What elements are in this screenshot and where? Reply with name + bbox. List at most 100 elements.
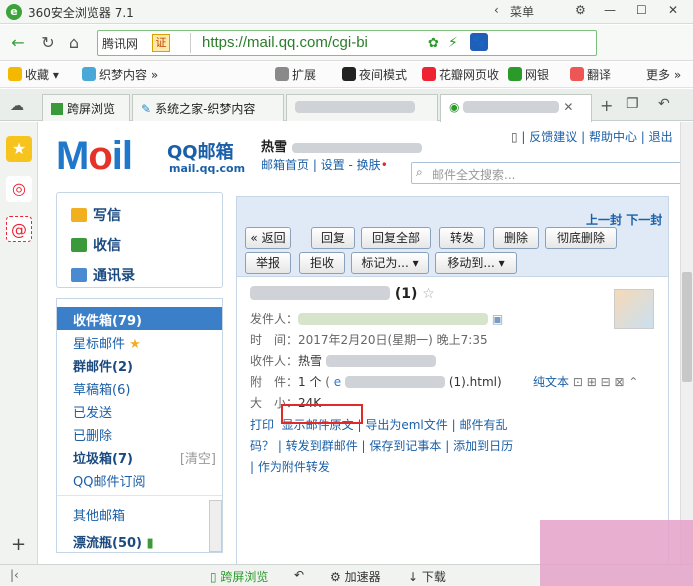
sender-row: 发件人： ▣ [250, 312, 504, 326]
save-notepad-link[interactable]: 保存到记事本 [369, 439, 441, 453]
sync-icon[interactable]: ↶ [294, 568, 304, 582]
chevron-icon[interactable]: ‹ [494, 3, 499, 17]
status-download[interactable]: ↓ 下载 [408, 568, 446, 585]
bookmark-huaban[interactable]: 花瓣网页收 [422, 66, 499, 83]
folder-spam[interactable]: 垃圾箱(7) [清空] [57, 445, 222, 468]
contact-card-icon[interactable]: ▣ [492, 312, 503, 326]
scrollbar-thumb[interactable] [682, 272, 692, 382]
qqmail-page: Moil QQ邮箱 mail.qq.com 热雪 邮箱首页 | 设置 - 换肤•… [39, 122, 680, 564]
reply-all-button[interactable]: 回复全部 [361, 227, 431, 249]
bookmark-bank[interactable]: 网银 [508, 66, 549, 83]
folder-inbox[interactable]: 收件箱(79) [57, 307, 222, 330]
tab-list-icon[interactable]: ❐ [626, 96, 639, 112]
bookmark-favorites[interactable]: 收藏 ▾ [8, 66, 59, 83]
mail-icon[interactable]: @ [6, 216, 32, 242]
tab-cross-screen[interactable]: 跨屏浏览 [42, 94, 130, 121]
security-shield-icon[interactable]: ✿ [428, 36, 439, 51]
home-icon[interactable]: ⌂ [64, 33, 84, 53]
feedback-link[interactable]: 反馈建议 [529, 130, 577, 144]
lightning-icon[interactable]: ⚡ [448, 35, 458, 51]
bookmark-extensions[interactable]: 扩展 [275, 66, 316, 83]
skin-icon[interactable]: ⚙ [575, 3, 586, 17]
refresh-icon[interactable]: ↻ [38, 33, 58, 53]
back-button[interactable]: « 返回 [245, 227, 291, 249]
forward-button[interactable]: 转发 [439, 227, 485, 249]
delete-button[interactable]: 删除 [493, 227, 539, 249]
url-input[interactable]: 腾讯网 证 https://mail.qq.com/cgi-bi ✿ ⚡ ⌄ [97, 30, 597, 56]
baidu-paw-icon[interactable]: 🐾 [470, 33, 488, 51]
folder-deleted[interactable]: 已删除 [57, 422, 222, 445]
close-tab-icon[interactable]: ✕ [563, 100, 573, 114]
mail-brand: QQ邮箱 [167, 142, 234, 163]
weibo-icon[interactable]: ◎ [6, 176, 32, 202]
maximize-button[interactable]: ☐ [636, 3, 647, 17]
mailbox-home-link[interactable]: 邮箱首页 [261, 158, 309, 172]
folder-starred[interactable]: 星标邮件 ★ [57, 330, 222, 353]
next-mail-link[interactable]: 下一封 [626, 213, 662, 227]
page-scrollbar[interactable] [680, 122, 693, 564]
star-outline-icon[interactable]: ☆ [422, 286, 435, 302]
mail-search-input[interactable]: ⌕ 邮件全文搜索... [411, 162, 680, 184]
report-button[interactable]: 举报 [245, 252, 291, 274]
tab-zhimeng[interactable]: ✎ 系统之家-织梦内容 [132, 94, 284, 121]
print-link[interactable]: 打印 [250, 418, 274, 432]
move-to-dropdown[interactable]: 移动到... ▾ [435, 252, 517, 274]
bookmark-translate[interactable]: 翻译 [570, 66, 611, 83]
plain-text-link[interactable]: 纯文本 ⊡ ⊞ ⊟ ⊠ ⌃ [533, 373, 638, 390]
cloud-icon[interactable]: ☁ [10, 98, 24, 114]
minimize-button[interactable]: — [604, 3, 616, 17]
receive-mail-button[interactable]: 收信 [71, 235, 121, 255]
user-name: 热雪 [261, 136, 422, 155]
skin-link[interactable]: 换肤 [357, 158, 381, 172]
folder-group[interactable]: 群邮件(2) [57, 353, 222, 376]
status-accelerator[interactable]: ⚙ 加速器 [330, 568, 381, 585]
favorites-star-icon[interactable]: ★ [6, 136, 32, 162]
folder-scrollbar[interactable] [209, 500, 222, 552]
logout-link[interactable]: 退出 [649, 130, 673, 144]
contacts-button[interactable]: 通讯录 [71, 265, 135, 285]
folder-divider [57, 495, 222, 496]
forward-as-attachment-link[interactable]: 作为附件转发 [258, 460, 330, 474]
folder-sent[interactable]: 已发送 [57, 399, 222, 422]
add-calendar-link[interactable]: 添加到日历 [453, 439, 513, 453]
view-mode-icons[interactable]: ⊡ ⊞ ⊟ ⊠ ⌃ [573, 375, 639, 389]
mail-nav-links: 邮箱首页 | 设置 - 换肤• [261, 158, 388, 172]
write-mail-button[interactable]: 写信 [71, 205, 121, 225]
bottle-icon: ▮ [146, 536, 154, 551]
collapse-icon[interactable]: |‹ [10, 568, 19, 582]
help-link[interactable]: 帮助中心 [589, 130, 637, 144]
folder-drafts[interactable]: 草稿箱(6) [57, 376, 222, 399]
mark-as-dropdown[interactable]: 标记为... ▾ [351, 252, 429, 274]
forward-group-link[interactable]: 转发到群邮件 [286, 439, 358, 453]
tab-qqmail-active[interactable]: ◉ ✕ [440, 94, 592, 122]
ie-file-icon: e [333, 375, 342, 389]
add-icon[interactable]: + [11, 534, 26, 555]
mobile-icon[interactable]: ▯ [511, 130, 518, 144]
menu-button[interactable]: 菜单 [510, 3, 534, 20]
settings-link[interactable]: 设置 [321, 158, 345, 172]
certificate-badge[interactable]: 证 [152, 34, 170, 52]
new-tab-icon[interactable]: + [600, 96, 613, 115]
bookmark-more[interactable]: 更多 » [646, 66, 681, 83]
delete-forever-button[interactable]: 彻底删除 [545, 227, 617, 249]
browser-title: 360安全浏览器 7.1 [28, 6, 134, 20]
reject-button[interactable]: 拒收 [299, 252, 345, 274]
empty-spam-link[interactable]: [清空] [180, 448, 216, 467]
bookmark-night-mode[interactable]: 夜间模式 [342, 66, 407, 83]
back-arrow-icon[interactable]: ← [8, 33, 28, 53]
undo-close-icon[interactable]: ↶ [658, 96, 670, 112]
folder-subscriptions[interactable]: QQ邮件订阅 [57, 468, 222, 491]
tab-blurred[interactable] [286, 94, 438, 121]
blurred-title [295, 101, 415, 113]
prev-mail-link[interactable]: 上一封 [586, 213, 622, 227]
status-cross-screen[interactable]: ▯ 跨屏浏览 [210, 568, 268, 585]
reply-button[interactable]: 回复 [311, 227, 355, 249]
export-eml-link[interactable]: 导出为eml文件 [365, 418, 447, 432]
folder-other-mailboxes[interactable]: 其他邮箱 [57, 502, 222, 525]
folder-drift-bottle[interactable]: 漂流瓶(50) ▮ [57, 529, 222, 552]
bookmark-zhimeng[interactable]: 织梦内容 » [82, 66, 158, 83]
time-row: 时 间：2017年2月20日(星期一) 晚上7:35 [250, 333, 488, 347]
puzzle-icon [275, 67, 289, 81]
close-button[interactable]: ✕ [668, 3, 678, 17]
folder-list: 收件箱(79) 星标邮件 ★ 群邮件(2) 草稿箱(6) 已发送 已删除 垃圾箱… [56, 298, 223, 553]
